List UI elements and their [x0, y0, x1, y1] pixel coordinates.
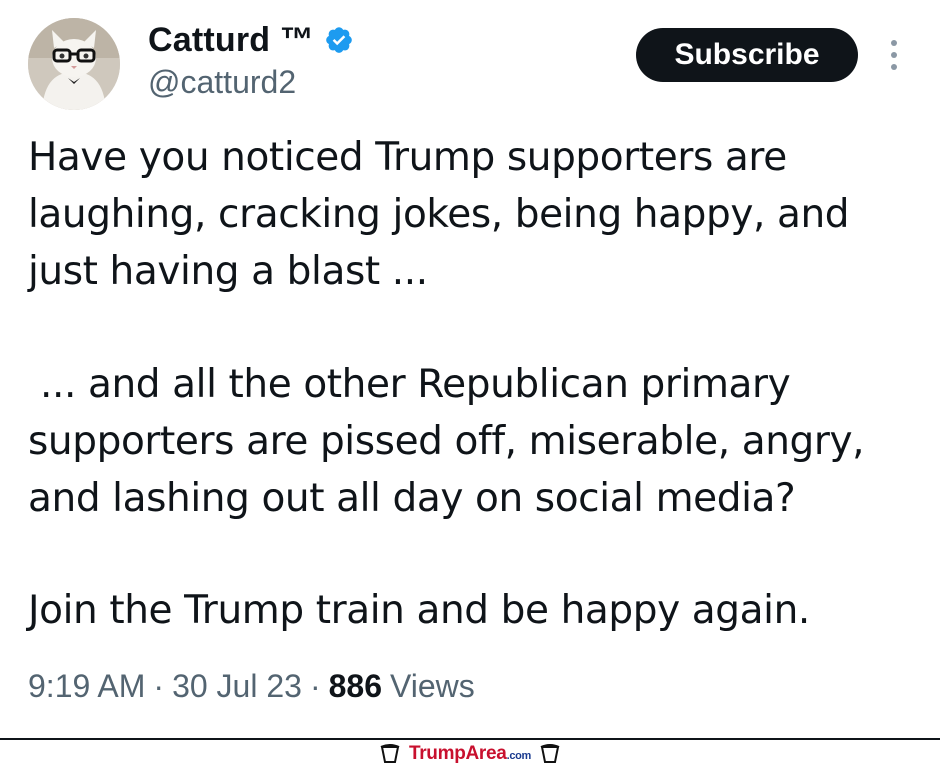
tweet-text-line: Join the Trump train and be happy again.: [28, 588, 810, 633]
views-label: Views: [389, 668, 475, 704]
subscribe-button[interactable]: Subscribe: [636, 28, 858, 82]
tweet-text-line: supporters are pissed off, miserable, an…: [28, 419, 865, 464]
tweet-text-line: ... and all the other Republican primary: [28, 362, 791, 407]
views-count[interactable]: 886: [329, 668, 382, 705]
cup-icon: [380, 744, 400, 763]
tweet-meta: 9:19 AM · 30 Jul 23 · 886 Views: [28, 668, 475, 705]
more-options-icon[interactable]: [880, 40, 908, 70]
watermark-brand: TrumpArea.com: [409, 743, 531, 765]
tweet-text-line: Have you noticed Trump supporters are: [28, 135, 787, 180]
cup-icon: [540, 744, 560, 763]
tweet-time[interactable]: 9:19 AM: [28, 668, 145, 705]
meta-separator: ·: [309, 668, 321, 704]
tweet-text-line: just having a blast ...: [28, 249, 428, 294]
watermark-brand-main: TrumpArea: [408, 743, 507, 764]
tweet-date[interactable]: 30 Jul 23: [172, 668, 302, 705]
avatar[interactable]: [28, 18, 120, 110]
display-name[interactable]: Catturd ™: [148, 21, 314, 60]
watermark-brand-tld: .com: [506, 750, 532, 762]
meta-separator: ·: [153, 668, 165, 704]
author-name-row: Catturd ™: [148, 18, 354, 62]
verified-badge-icon: [326, 27, 352, 53]
tweet-text-line: laughing, cracking jokes, being happy, a…: [28, 192, 850, 237]
watermark: TrumpArea.com: [0, 740, 940, 768]
author-handle[interactable]: @catturd2: [148, 64, 296, 101]
cat-with-glasses-avatar-icon: [28, 18, 120, 110]
tweet-text-line: and lashing out all day on social media?: [28, 476, 796, 521]
